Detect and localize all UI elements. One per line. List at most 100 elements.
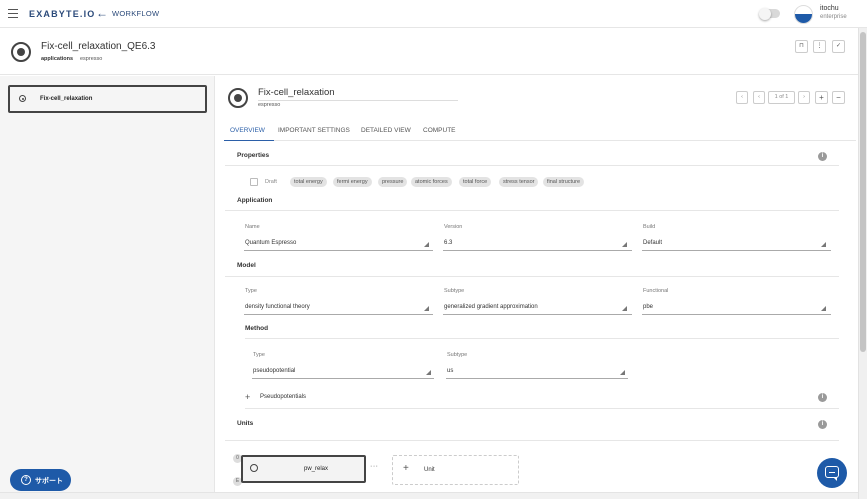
subworkflow-title[interactable]: Fix-cell_relaxation: [258, 87, 458, 101]
workflow-header: Fix-cell_relaxation_QE6.3 applications e…: [0, 28, 867, 75]
divider: [225, 165, 839, 166]
workflow-app-label: applications: [41, 56, 74, 62]
pseudopotentials-toggle[interactable]: Pseudopotentials: [260, 394, 306, 400]
add-subworkflow-button[interactable]: +: [815, 91, 828, 104]
tab-detailed-view[interactable]: DETAILED VIEW: [361, 127, 411, 134]
method-subtype-label: Subtype: [447, 352, 468, 358]
radio-icon: [19, 95, 26, 102]
property-chip[interactable]: stress tensor: [499, 177, 539, 187]
application-version-select[interactable]: 6.3: [444, 240, 452, 246]
help-icon: ?: [21, 475, 31, 485]
copy-button[interactable]: ⊓: [795, 40, 808, 53]
sidebar-item-label: Fix-cell_relaxation: [40, 96, 93, 102]
application-heading: Application: [237, 197, 273, 204]
application-name-select[interactable]: Quantum Espresso: [245, 240, 296, 246]
application-name-label: Name: [245, 224, 260, 230]
property-chip[interactable]: atomic forces: [411, 177, 452, 187]
property-chip[interactable]: final structure: [543, 177, 585, 187]
properties-info-icon[interactable]: i: [818, 152, 827, 161]
radio-icon: [250, 464, 258, 472]
property-chip[interactable]: total energy: [290, 177, 327, 187]
units-heading: Units: [237, 420, 254, 427]
add-unit-label: Unit: [424, 467, 435, 473]
dropdown-arrow-icon[interactable]: [424, 242, 429, 247]
tab-important-settings[interactable]: IMPORTANT SETTINGS: [278, 127, 350, 134]
pager-next-button[interactable]: ›: [798, 91, 810, 104]
logo[interactable]: EXABYTE.IO: [29, 9, 96, 19]
tab-overview[interactable]: OVERVIEW: [230, 127, 265, 134]
dropdown-arrow-icon[interactable]: [821, 306, 826, 311]
dropdown-arrow-icon[interactable]: [622, 242, 627, 247]
tab-bar: OVERVIEW IMPORTANT SETTINGS DETAILED VIE…: [224, 124, 856, 141]
plus-icon: +: [403, 463, 409, 474]
draft-checkbox[interactable]: [250, 178, 258, 186]
scrollbar[interactable]: [858, 28, 867, 499]
dropdown-arrow-icon[interactable]: [620, 370, 625, 375]
model-functional-select[interactable]: pbe: [643, 304, 653, 310]
remove-subworkflow-button[interactable]: −: [832, 91, 845, 104]
add-unit-button[interactable]: + Unit: [392, 455, 519, 485]
model-heading: Model: [237, 262, 256, 269]
more-icon[interactable]: ···: [370, 463, 379, 470]
menu-icon[interactable]: [8, 9, 18, 18]
application-build-select[interactable]: Default: [643, 240, 662, 246]
pager-first-button[interactable]: ‹: [736, 91, 748, 104]
method-type-label: Type: [253, 352, 265, 358]
pager-prev-button[interactable]: ‹: [753, 91, 765, 104]
property-chip[interactable]: pressure: [378, 177, 408, 187]
dropdown-arrow-icon[interactable]: [622, 306, 627, 311]
select-underline: [642, 250, 831, 251]
model-type-label: Type: [245, 288, 257, 294]
workflow-app-value: espresso: [80, 56, 103, 62]
subworkflow-status-icon: [228, 88, 248, 108]
model-subtype-label: Subtype: [444, 288, 465, 294]
sidebar-item-fix-cell-relaxation[interactable]: Fix-cell_relaxation: [8, 85, 207, 113]
theme-toggle[interactable]: [759, 7, 780, 20]
dropdown-arrow-icon[interactable]: [426, 370, 431, 375]
property-chip[interactable]: fermi energy: [333, 177, 372, 187]
dropdown-arrow-icon[interactable]: [821, 242, 826, 247]
pseudopotentials-info-icon[interactable]: i: [818, 393, 827, 402]
user-account: enterprise: [820, 14, 847, 20]
workflow-status-icon: [11, 42, 31, 62]
subworkflow-subtitle: espresso: [258, 102, 281, 108]
chat-bubble-tail: [833, 477, 837, 481]
unit-card-pw-relax[interactable]: pw_relax: [241, 455, 366, 483]
support-label: サポート: [35, 478, 63, 485]
avatar[interactable]: [794, 5, 813, 24]
user-name[interactable]: itochu: [820, 5, 839, 12]
select-underline: [642, 314, 831, 315]
application-build-label: Build: [643, 224, 656, 230]
divider: [225, 440, 839, 441]
workflow-title[interactable]: Fix-cell_relaxation_QE6.3: [41, 41, 156, 52]
top-bar: EXABYTE.IO ← WORKFLOW itochu enterprise: [0, 0, 867, 28]
model-subtype-select[interactable]: generalized gradient approximation: [444, 304, 538, 310]
save-button[interactable]: ✓: [832, 40, 845, 53]
method-subtype-select[interactable]: us: [447, 368, 453, 374]
properties-heading: Properties: [237, 152, 270, 159]
select-underline: [244, 250, 433, 251]
chat-button[interactable]: [817, 458, 847, 488]
property-chip[interactable]: total force: [459, 177, 492, 187]
divider: [245, 338, 839, 339]
bottom-scroll-track: [0, 492, 858, 499]
active-tab-indicator: [224, 139, 274, 141]
subworkflow-sidebar: Fix-cell_relaxation: [0, 76, 215, 499]
select-underline: [443, 314, 632, 315]
method-type-select[interactable]: pseudopotential: [253, 368, 295, 374]
model-type-select[interactable]: density functional theory: [245, 304, 310, 310]
units-info-icon[interactable]: i: [818, 420, 827, 429]
scroll-thumb[interactable]: [860, 32, 866, 352]
select-underline: [244, 314, 433, 315]
expand-plus-icon[interactable]: +: [245, 392, 250, 402]
dropdown-arrow-icon[interactable]: [424, 306, 429, 311]
support-button[interactable]: ? サポート: [10, 469, 71, 491]
divider: [225, 276, 839, 277]
method-heading: Method: [245, 325, 269, 332]
more-options-button[interactable]: ⋮: [813, 40, 826, 53]
subworkflow-panel: Fix-cell_relaxation espresso ‹ ‹ 1 of 1 …: [216, 76, 856, 499]
back-arrow-icon[interactable]: ←: [96, 6, 108, 20]
draft-label: Draft: [265, 179, 277, 185]
tab-compute[interactable]: COMPUTE: [423, 127, 456, 134]
select-underline: [443, 250, 632, 251]
